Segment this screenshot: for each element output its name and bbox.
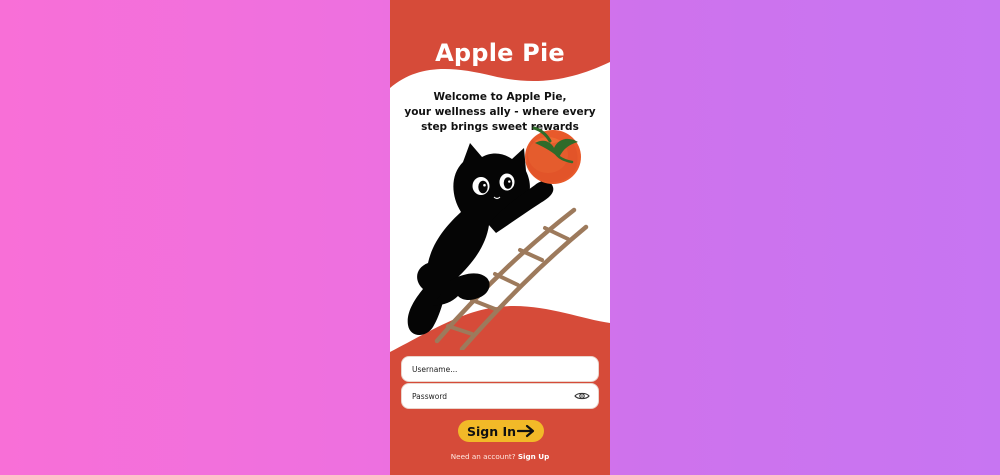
sign-in-button[interactable]: Sign In — [458, 420, 544, 442]
arrow-right-icon — [517, 424, 535, 438]
cat-ladder-tomato-illustration — [407, 126, 589, 350]
password-field[interactable] — [401, 383, 599, 409]
signup-question: Need an account? — [450, 452, 516, 461]
tomato-illustration — [525, 126, 581, 184]
password-input[interactable] — [412, 384, 574, 408]
phone-screen: Apple Pie Welcome to Apple Pie, your wel… — [390, 0, 610, 475]
sign-up-link[interactable]: Sign Up — [518, 452, 549, 461]
signup-prompt: Need an account? Sign Up — [390, 452, 610, 462]
username-input[interactable] — [412, 357, 590, 381]
welcome-line-2: your wellness ally - where every — [404, 106, 596, 118]
welcome-line-1: Welcome to Apple Pie, — [433, 91, 567, 103]
sign-in-label: Sign In — [467, 423, 517, 439]
username-field[interactable] — [401, 356, 599, 382]
eye-icon[interactable] — [574, 390, 590, 402]
app-title: Apple Pie — [435, 39, 565, 67]
